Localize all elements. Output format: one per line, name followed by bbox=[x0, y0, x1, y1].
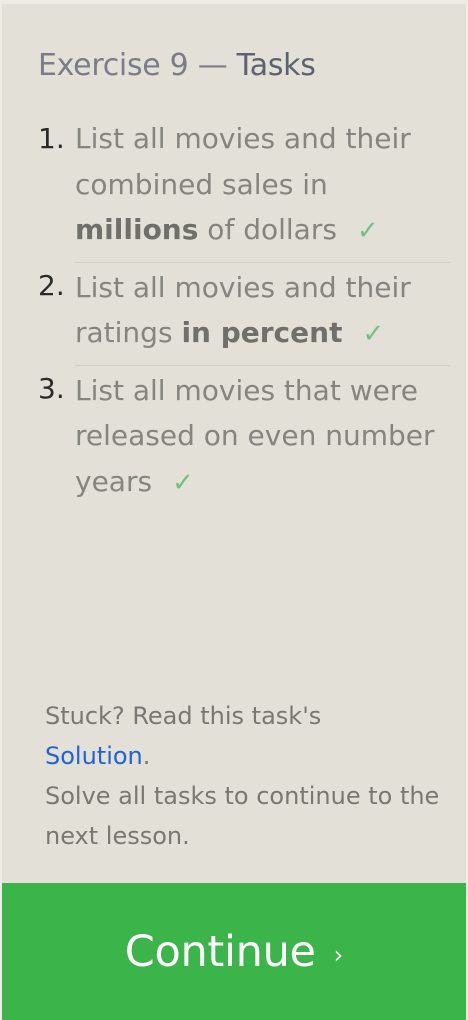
check-icon: ✓ bbox=[356, 216, 379, 246]
title-separator: — bbox=[197, 48, 228, 83]
exercise-panel: Exercise 9 — Tasks 1. List all movies an… bbox=[0, 0, 468, 1020]
task-item: 1. List all movies and their combined sa… bbox=[38, 116, 450, 263]
help-text: Stuck? Read this task's Solution. Solve … bbox=[45, 696, 445, 856]
check-icon: ✓ bbox=[172, 467, 194, 498]
task-text: List all movies and their combined sales… bbox=[75, 116, 450, 263]
exercise-number: Exercise 9 bbox=[38, 48, 189, 83]
task-text-emphasis: in percent bbox=[181, 316, 343, 349]
task-number: 3. bbox=[38, 371, 65, 405]
task-number: 1. bbox=[38, 122, 65, 155]
exercise-title: Exercise 9 — Tasks bbox=[38, 48, 316, 83]
task-text-part: of dollars bbox=[198, 213, 337, 246]
task-text: List all movies and their ratings in per… bbox=[75, 263, 450, 366]
task-text-emphasis: millions bbox=[75, 213, 199, 246]
link-period: . bbox=[142, 742, 151, 770]
continue-note: Solve all tasks to continue to the next … bbox=[45, 782, 440, 850]
solution-link[interactable]: Solution bbox=[45, 742, 143, 770]
continue-button[interactable]: Continue › bbox=[2, 883, 466, 1020]
stuck-text: Stuck? Read this task's bbox=[45, 702, 322, 730]
continue-label: Continue bbox=[124, 926, 316, 977]
task-list: 1. List all movies and their combined sa… bbox=[38, 116, 450, 513]
task-number: 2. bbox=[38, 268, 65, 302]
task-text: List all movies that were released on ev… bbox=[75, 366, 450, 514]
task-text-part: List all movies that were released on ev… bbox=[75, 373, 435, 498]
task-text-part: List all movies and their combined sales… bbox=[75, 122, 411, 201]
chevron-right-icon: › bbox=[333, 940, 344, 969]
task-item: 2. List all movies and their ratings in … bbox=[38, 263, 450, 366]
tasks-heading: Tasks bbox=[236, 48, 316, 83]
task-item: 3. List all movies that were released on… bbox=[38, 366, 450, 514]
check-icon: ✓ bbox=[362, 319, 385, 349]
